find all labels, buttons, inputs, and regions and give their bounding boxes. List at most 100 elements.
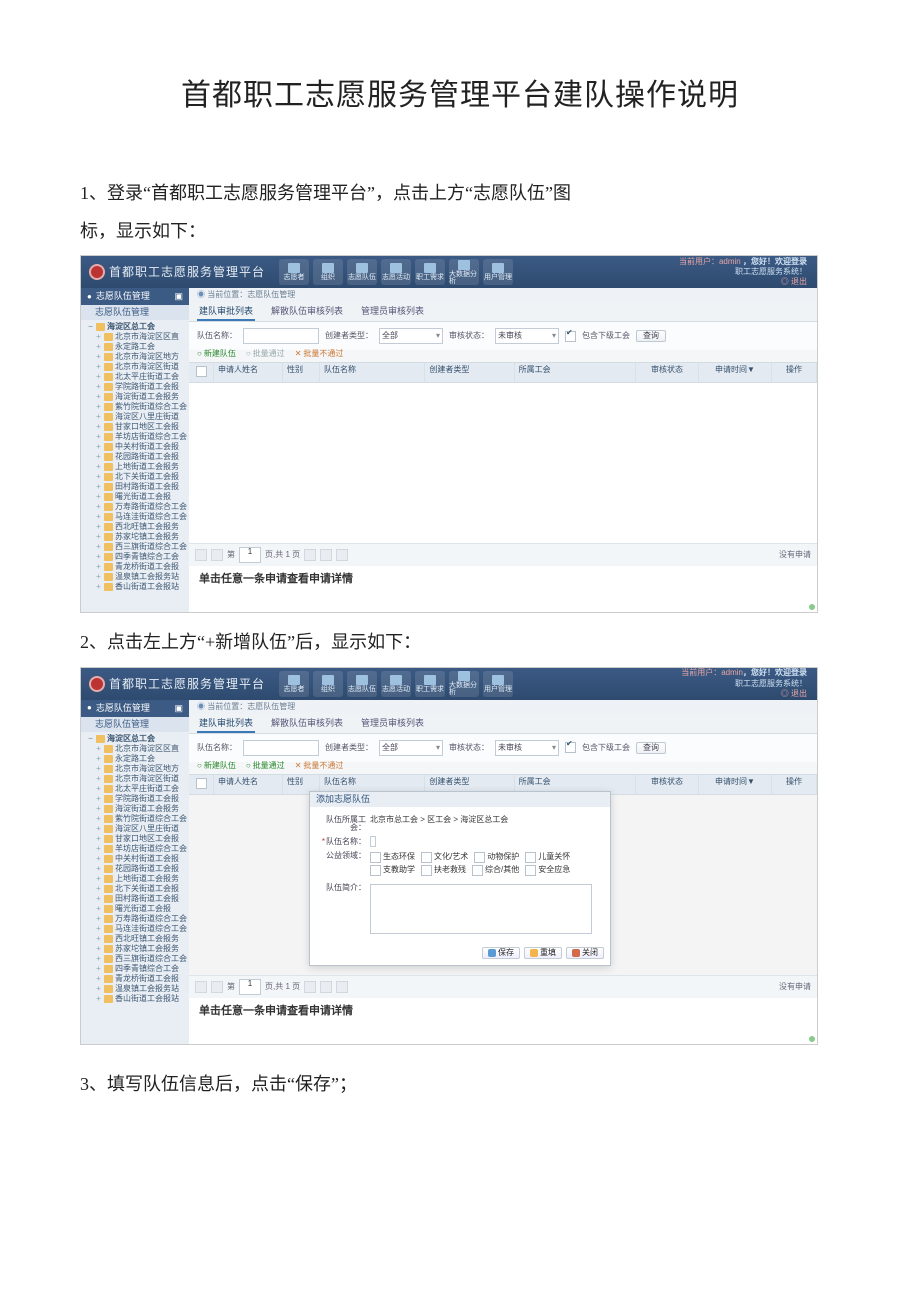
tree-item[interactable]: +西三旗街道综合工会	[83, 954, 189, 964]
tree-item[interactable]: +西三旗街道综合工会	[83, 542, 189, 552]
batch-pass-button[interactable]: ○批量通过	[246, 350, 285, 358]
checkbox[interactable]	[421, 865, 432, 876]
tree-root[interactable]: − 海淀区总工会	[83, 322, 189, 332]
pager-prev[interactable]	[211, 981, 223, 993]
tree-item[interactable]: +海淀区八里庄街道	[83, 412, 189, 422]
col-union[interactable]: 所属工会	[515, 363, 636, 382]
filter-creator-type-select[interactable]: 全部	[379, 328, 443, 344]
tree-item[interactable]: +中关村街道工会报	[83, 442, 189, 452]
nav-users[interactable]: 用户管理	[483, 259, 513, 285]
nav-activity[interactable]: 志愿活动	[381, 671, 411, 697]
sidebar-sub-title[interactable]: 志愿队伍管理	[81, 717, 189, 732]
tab-team-audit[interactable]: 建队审批列表	[197, 304, 255, 321]
dialog-intro-textarea[interactable]	[370, 884, 592, 934]
tree-item[interactable]: +曙光街道工会报	[83, 492, 189, 502]
pager-refresh[interactable]	[336, 549, 348, 561]
filter-include-sub-checkbox[interactable]	[565, 331, 576, 342]
tree-item[interactable]: +羊坊店街道综合工会	[83, 432, 189, 442]
tree-item[interactable]: +羊坊店街道综合工会	[83, 844, 189, 854]
filter-name-input[interactable]	[243, 740, 319, 756]
nav-volunteer[interactable]: 志愿者	[279, 671, 309, 697]
dialog-category-item[interactable]: 生态环保	[370, 852, 415, 863]
tree-item[interactable]: +香山街道工会报站	[83, 994, 189, 1004]
tree-item[interactable]: +花园路街道工会报	[83, 452, 189, 462]
tree-item[interactable]: +北京市海淀区街道	[83, 774, 189, 784]
tab-disband-audit[interactable]: 解散队伍审核列表	[269, 304, 345, 321]
tree-item[interactable]: +四季青镇综合工会	[83, 552, 189, 562]
pager-prev[interactable]	[211, 549, 223, 561]
pager-page-input[interactable]: 1	[239, 547, 261, 563]
pager-next[interactable]	[304, 549, 316, 561]
col-apply-time[interactable]: 申请时间▼	[699, 775, 772, 794]
tree-item[interactable]: +北下关街道工会报	[83, 884, 189, 894]
nav-org[interactable]: 组织	[313, 671, 343, 697]
tab-admin-audit[interactable]: 管理员审核列表	[359, 716, 426, 733]
tab-disband-audit[interactable]: 解散队伍审核列表	[269, 716, 345, 733]
tree-item[interactable]: +北太平庄街道工会	[83, 372, 189, 382]
nav-activity[interactable]: 志愿活动	[381, 259, 411, 285]
pager-next[interactable]	[304, 981, 316, 993]
col-applicant[interactable]: 申请人姓名	[214, 775, 283, 794]
tree-item[interactable]: +温泉镇工会报务站	[83, 984, 189, 994]
filter-audit-status-select[interactable]: 未审核	[495, 740, 559, 756]
dialog-category-item[interactable]: 综合/其他	[472, 865, 519, 876]
checkbox[interactable]	[472, 865, 483, 876]
pager-last[interactable]	[320, 549, 332, 561]
tree-item[interactable]: +西北旺镇工会报务	[83, 934, 189, 944]
checkbox[interactable]	[421, 852, 432, 863]
checkbox[interactable]	[525, 852, 536, 863]
tree-item[interactable]: +海淀街道工会报务	[83, 804, 189, 814]
logout-link[interactable]: ◎ 退出	[781, 277, 807, 287]
filter-audit-status-select[interactable]: 未审核	[495, 328, 559, 344]
tree-item[interactable]: +紫竹院街道综合工会	[83, 402, 189, 412]
tree-item[interactable]: +北京市海淀区地方	[83, 764, 189, 774]
nav-team[interactable]: 志愿队伍	[347, 671, 377, 697]
tree-item[interactable]: +苏家坨镇工会报务	[83, 532, 189, 542]
add-team-button[interactable]: ○新建队伍	[197, 350, 236, 358]
tree-item[interactable]: +花园路街道工会报	[83, 864, 189, 874]
tree-item[interactable]: +曙光街道工会报	[83, 904, 189, 914]
tree-item[interactable]: +海淀区八里庄街道	[83, 824, 189, 834]
pager-page-input[interactable]: 1	[239, 979, 261, 995]
checkbox[interactable]	[370, 865, 381, 876]
nav-users[interactable]: 用户管理	[483, 671, 513, 697]
pager-first[interactable]	[195, 549, 207, 561]
tree-item[interactable]: +上地街道工会报务	[83, 462, 189, 472]
checkbox[interactable]	[474, 852, 485, 863]
grid-check-all[interactable]	[196, 778, 207, 789]
col-sex[interactable]: 性别	[283, 363, 320, 382]
filter-name-input[interactable]	[243, 328, 319, 344]
tree-item[interactable]: +甘家口地区工会报	[83, 422, 189, 432]
query-button[interactable]: 查询	[636, 742, 666, 754]
col-apply-time[interactable]: 申请时间▼	[699, 363, 772, 382]
filter-creator-type-select[interactable]: 全部	[379, 740, 443, 756]
nav-bigdata[interactable]: 大数据分析	[449, 259, 479, 285]
nav-demand[interactable]: 职工需求	[415, 671, 445, 697]
dialog-category-item[interactable]: 文化/艺术	[421, 852, 468, 863]
nav-volunteer[interactable]: 志愿者	[279, 259, 309, 285]
checkbox[interactable]	[525, 865, 536, 876]
tree-item[interactable]: +万寿路街道综合工会	[83, 502, 189, 512]
dialog-category-item[interactable]: 支教助学	[370, 865, 415, 876]
dialog-category-item[interactable]: 安全应急	[525, 865, 570, 876]
nav-demand[interactable]: 职工需求	[415, 259, 445, 285]
tree-item[interactable]: +田村路街道工会报	[83, 894, 189, 904]
batch-reject-button[interactable]: ✕批量不通过	[295, 762, 344, 770]
dialog-category-item[interactable]: 儿童关怀	[525, 852, 570, 863]
dialog-category-item[interactable]: 动物保护	[474, 852, 519, 863]
tree-item[interactable]: +学院路街道工会报	[83, 794, 189, 804]
tree-item[interactable]: +紫竹院街道综合工会	[83, 814, 189, 824]
tree-item[interactable]: +西北旺镇工会报务	[83, 522, 189, 532]
tree-item[interactable]: +温泉镇工会报务站	[83, 572, 189, 582]
tab-admin-audit[interactable]: 管理员审核列表	[359, 304, 426, 321]
batch-reject-button[interactable]: ✕批量不通过	[295, 350, 344, 358]
pager-refresh[interactable]	[336, 981, 348, 993]
col-audit-status[interactable]: 审核状态	[636, 775, 699, 794]
logout-link[interactable]: ◎ 退出	[781, 689, 807, 699]
col-creator-type[interactable]: 创建者类型	[425, 363, 514, 382]
pager-first[interactable]	[195, 981, 207, 993]
tree-item[interactable]: +万寿路街道综合工会	[83, 914, 189, 924]
query-button[interactable]: 查询	[636, 330, 666, 342]
tree-item[interactable]: +青龙桥街道工会报	[83, 974, 189, 984]
tree-item[interactable]: +北京市海淀区区直	[83, 332, 189, 342]
